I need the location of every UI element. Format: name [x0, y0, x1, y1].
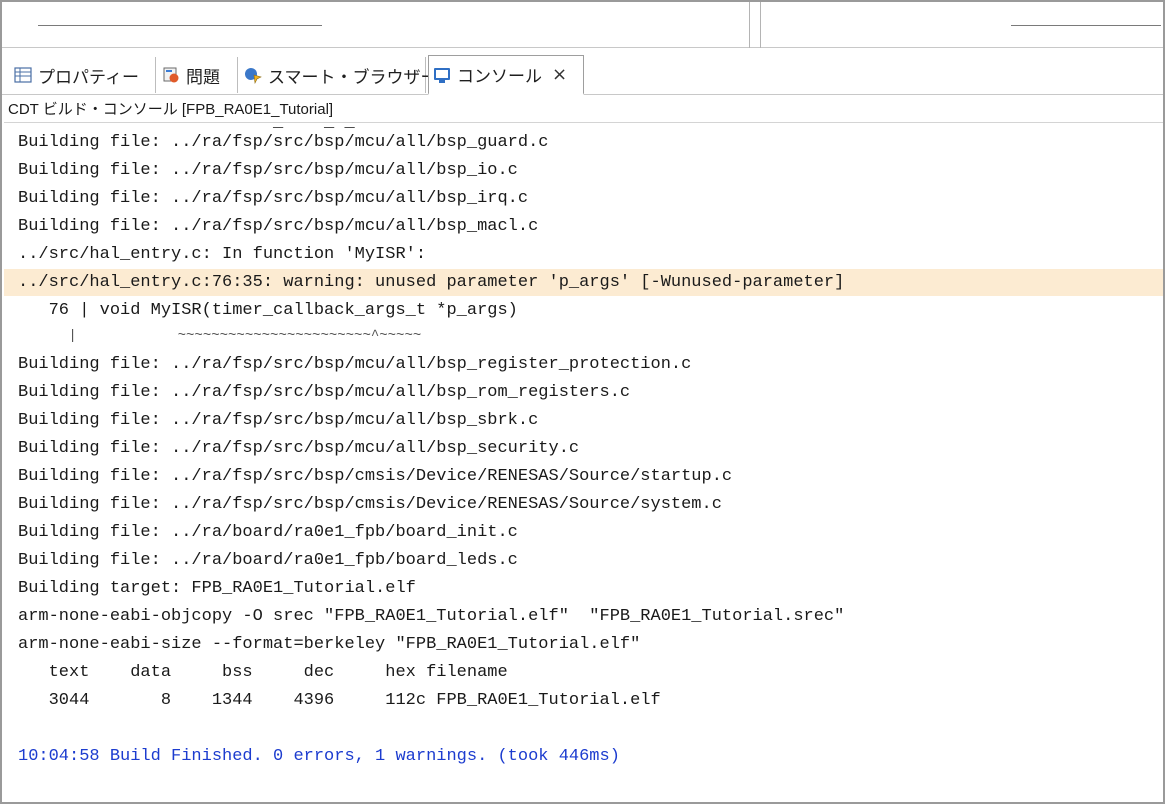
tab-properties-label: プロパティー [38, 67, 139, 88]
pane-divider-line [1011, 25, 1161, 26]
output-line: Building target: FPB_RA0E1_Tutorial.elf [18, 579, 416, 598]
properties-icon [14, 67, 32, 83]
editor-area-strip [2, 2, 1163, 48]
warning-line: ../src/hal_entry.c:76:35: warning: unuse… [4, 269, 1163, 296]
output-line: Building file: ../ra/fsp/src/bsp/mcu/all… [18, 383, 631, 402]
output-line: ../src/hal_entry.c: In function 'MyISR': [18, 245, 427, 264]
close-icon[interactable]: × [552, 64, 567, 85]
tab-smart-browser[interactable]: スマート・ブラウザー [240, 57, 438, 93]
console-icon [434, 67, 450, 83]
output-line: Building file: ../ra/fsp/src/bsp/mcu/all… [18, 217, 539, 236]
tab-problems[interactable]: 問題 [158, 57, 238, 93]
size-table-row: 3044 8 1344 4396 112c FPB_RA0E1_Tutorial… [18, 691, 661, 710]
output-line: Building file: ../ra/fsp/src/bsp/mcu/all… [18, 161, 518, 180]
source-excerpt-line: 76 | void MyISR(timer_callback_args_t *p… [18, 301, 518, 320]
console-view-frame: プロパティー 問題 スマート・ブラウザー コンソール × CDT ビルド・コンソ… [0, 0, 1165, 804]
output-line: arm-none-eabi-size --format=berkeley "FP… [18, 635, 641, 654]
console-output[interactable]: _ _ _ Building file: ../ra/fsp/src/bsp/m… [4, 122, 1163, 802]
top-left-pane [2, 2, 750, 48]
output-line: Building file: ../ra/fsp/src/bsp/mcu/all… [18, 133, 549, 152]
tab-console-label: コンソール [457, 67, 542, 87]
build-finished-line: 10:04:58 Build Finished. 0 errors, 1 war… [18, 747, 620, 766]
output-line: Building file: ../ra/fsp/src/bsp/cmsis/D… [18, 495, 722, 514]
output-line: Building file: ../ra/board/ra0e1_fpb/boa… [18, 523, 518, 542]
tab-problems-label: 問題 [186, 67, 220, 88]
tab-smart-browser-label: スマート・ブラウザー [268, 67, 438, 88]
output-line: Building file: ../ra/fsp/src/bsp/mcu/all… [18, 355, 692, 374]
output-line: Building file: ../ra/fsp/src/bsp/mcu/all… [18, 439, 580, 458]
smart-browser-icon [245, 68, 262, 84]
tab-properties[interactable]: プロパティー [10, 57, 156, 93]
output-line: Building file: ../ra/board/ra0e1_fpb/boa… [18, 551, 518, 570]
tab-console[interactable]: コンソール × [428, 55, 584, 95]
output-line: Building file: ../ra/fsp/src/bsp/mcu/all… [18, 189, 529, 208]
pane-divider-line [38, 25, 322, 26]
size-table-header: text data bss dec hex filename [18, 663, 508, 682]
problems-icon [163, 67, 179, 83]
output-line: Building file: ../ra/fsp/src/bsp/cmsis/D… [18, 467, 733, 486]
top-right-pane [760, 2, 1163, 48]
output-line: Building file: ../ra/fsp/src/bsp/mcu/all… [18, 411, 539, 430]
output-line: arm-none-eabi-objcopy -O srec "FPB_RA0E1… [18, 607, 845, 626]
view-tab-bar: プロパティー 問題 スマート・ブラウザー コンソール × [2, 49, 1163, 95]
source-marker-line: | ~~~~~~~~~~~~~~~~~~~~~~~^~~~~~ [18, 328, 422, 344]
console-title: CDT ビルド・コンソール [FPB_RA0E1_Tutorial] [8, 101, 334, 118]
